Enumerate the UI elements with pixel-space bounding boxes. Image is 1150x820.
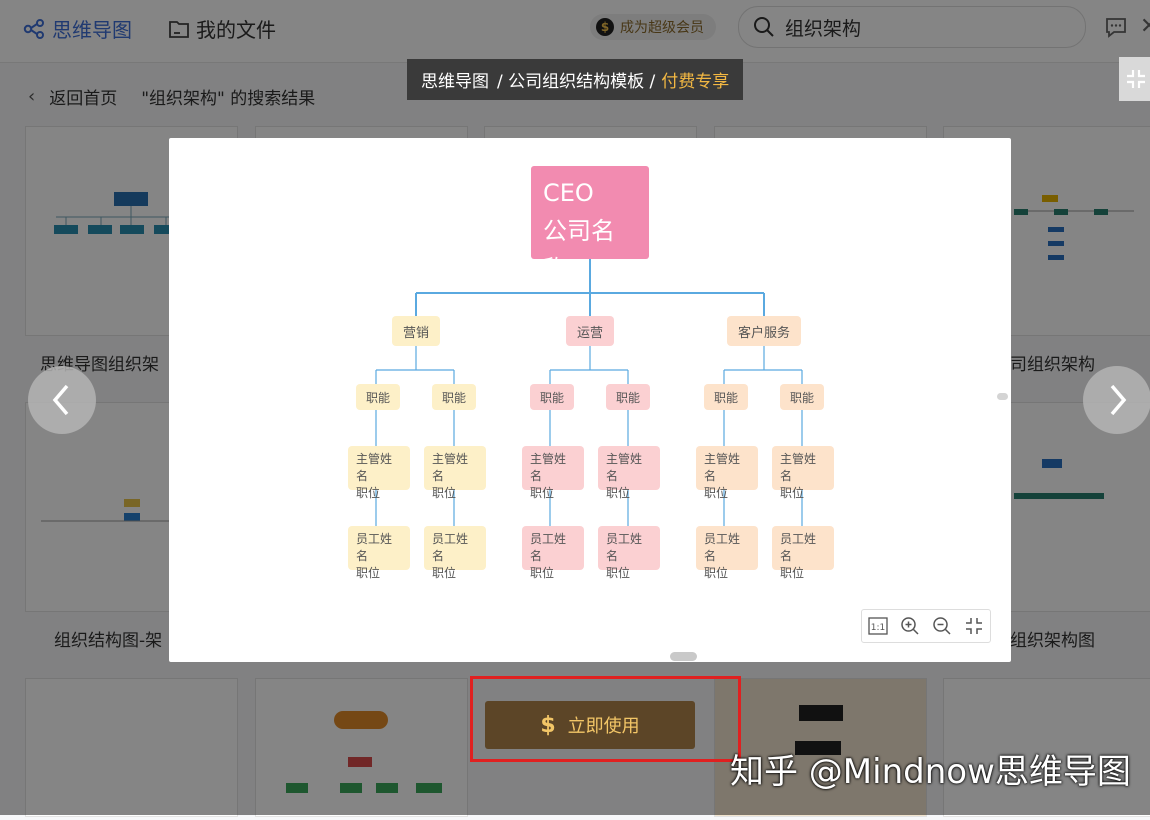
employee-node[interactable]: 员工姓名 职位	[772, 526, 834, 580]
position-label: 职位	[704, 566, 729, 580]
employee-name: 员工姓名	[530, 532, 567, 563]
branch-node[interactable]: 营销	[392, 316, 440, 346]
position-label: 职位	[780, 566, 805, 580]
position-label: 职位	[530, 566, 555, 580]
function-node[interactable]: 职能	[432, 384, 476, 410]
function-node[interactable]: 职能	[780, 384, 824, 410]
watermark: 知乎 @Mindnow思维导图	[730, 752, 1131, 792]
manager-name: 主管姓名	[780, 452, 817, 483]
function-node[interactable]: 职能	[530, 384, 574, 410]
root-title: CEO	[543, 179, 594, 207]
fit-screen-icon[interactable]	[963, 615, 985, 637]
branch-node[interactable]: 客户服务	[727, 316, 801, 346]
employee-node[interactable]: 员工姓名 职位	[696, 526, 758, 580]
root-subtitle: 公司名称	[543, 217, 615, 283]
manager-name: 主管姓名	[530, 452, 567, 483]
function-node[interactable]: 职能	[356, 384, 400, 410]
employee-name: 员工姓名	[704, 532, 741, 563]
collapse-icon	[1127, 70, 1145, 88]
position-label: 职位	[432, 566, 457, 580]
preview-breadcrumb: 思维导图 / 公司组织结构模板 / 付费专享	[407, 59, 744, 100]
exit-fullscreen-button[interactable]	[1119, 57, 1150, 101]
manager-node[interactable]: 主管姓名 职位	[348, 446, 410, 500]
employee-name: 员工姓名	[780, 532, 817, 563]
breadcrumb-category[interactable]: / 公司组织结构模板 /	[497, 67, 655, 92]
highlight-annotation	[470, 676, 741, 762]
zoom-toolbar: 1:1	[861, 609, 991, 643]
function-node[interactable]: 职能	[704, 384, 748, 410]
manager-node[interactable]: 主管姓名 职位	[424, 446, 486, 500]
employee-name: 员工姓名	[606, 532, 643, 563]
actual-size-icon[interactable]: 1:1	[867, 615, 889, 637]
manager-name: 主管姓名	[432, 452, 469, 483]
svg-text:1:1: 1:1	[871, 623, 885, 633]
paid-badge: 付费专享	[661, 72, 730, 92]
employee-node[interactable]: 员工姓名 职位	[598, 526, 660, 580]
manager-node[interactable]: 主管姓名 职位	[522, 446, 584, 500]
zoom-in-icon[interactable]	[899, 615, 921, 637]
function-node[interactable]: 职能	[606, 384, 650, 410]
branch-node[interactable]: 运营	[566, 316, 614, 346]
chevron-left-icon	[52, 384, 69, 416]
manager-node[interactable]: 主管姓名 职位	[696, 446, 758, 500]
next-template-button[interactable]	[1083, 366, 1150, 434]
horizontal-scrollbar[interactable]	[670, 652, 697, 661]
employee-node[interactable]: 员工姓名 职位	[424, 526, 486, 580]
vertical-scrollbar[interactable]	[997, 393, 1008, 400]
manager-name: 主管姓名	[606, 452, 643, 483]
manager-name: 主管姓名	[356, 452, 393, 483]
chevron-right-icon	[1110, 384, 1127, 416]
manager-node[interactable]: 主管姓名 职位	[772, 446, 834, 500]
employee-name: 员工姓名	[356, 532, 393, 563]
zoom-out-icon[interactable]	[931, 615, 953, 637]
manager-node[interactable]: 主管姓名 职位	[598, 446, 660, 500]
employee-node[interactable]: 员工姓名 职位	[522, 526, 584, 580]
org-root-node[interactable]: CEO 公司名称	[531, 166, 649, 283]
position-label: 职位	[356, 566, 381, 580]
template-preview[interactable]: CEO 公司名称 营销 运营 客户服务 职能 职能 职能 职能 职能 职能 主管…	[169, 138, 1011, 662]
manager-name: 主管姓名	[704, 452, 741, 483]
position-label: 职位	[530, 486, 555, 500]
position-label: 职位	[606, 566, 631, 580]
position-label: 职位	[704, 486, 729, 500]
prev-template-button[interactable]	[28, 366, 96, 434]
position-label: 职位	[780, 486, 805, 500]
position-label: 职位	[432, 486, 457, 500]
employee-node[interactable]: 员工姓名 职位	[348, 526, 410, 580]
employee-name: 员工姓名	[432, 532, 469, 563]
breadcrumb-root[interactable]: 思维导图	[421, 67, 489, 92]
position-label: 职位	[356, 486, 381, 500]
position-label: 职位	[606, 486, 631, 500]
